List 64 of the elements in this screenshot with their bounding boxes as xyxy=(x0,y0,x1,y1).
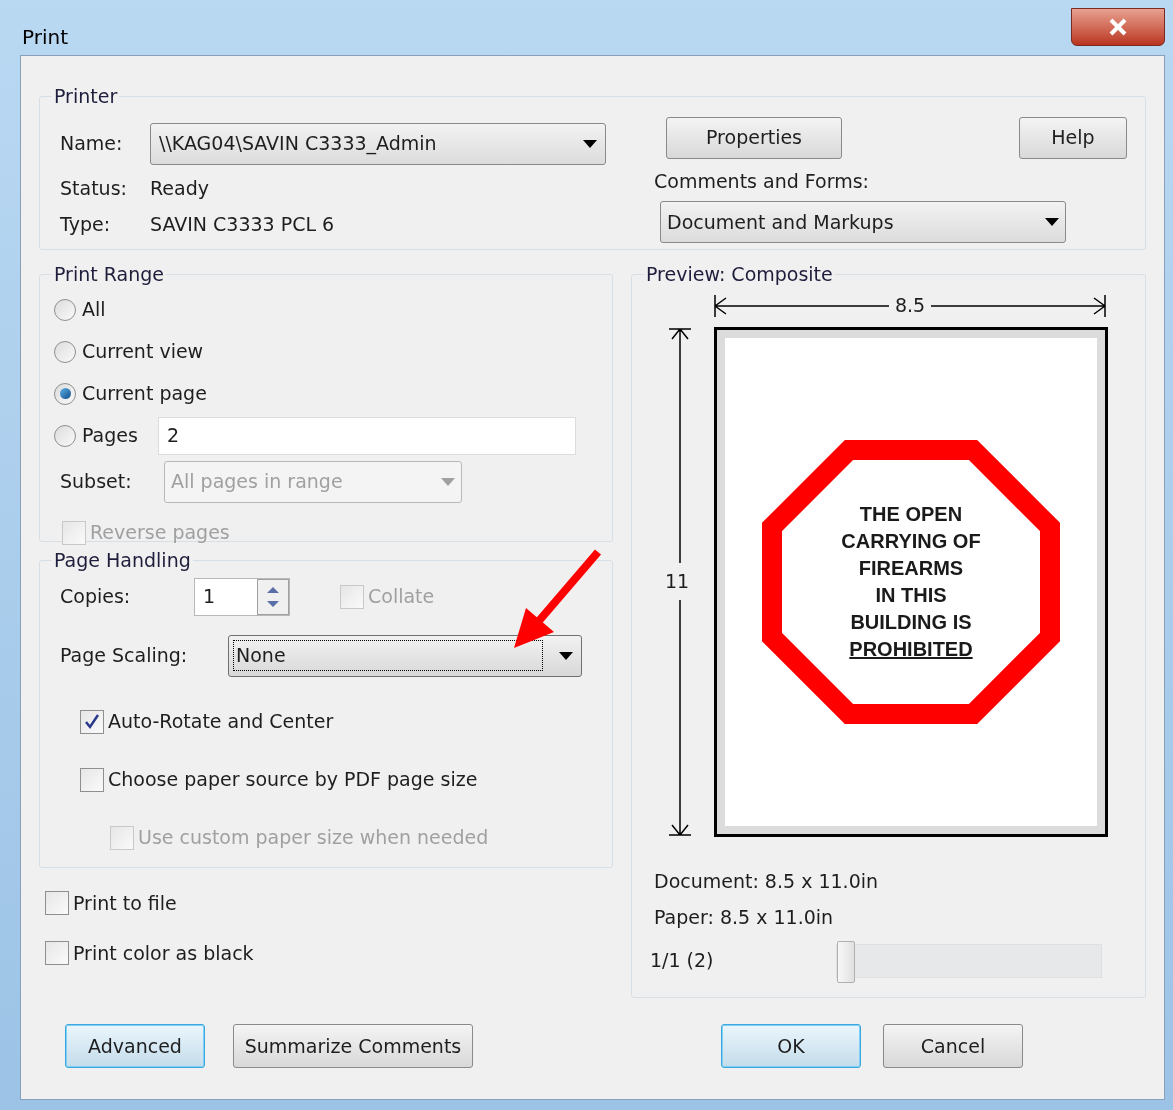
status-label: Status: xyxy=(59,176,128,202)
subset-label: Subset: xyxy=(59,469,133,495)
close-icon xyxy=(1108,18,1128,36)
copies-label: Copies: xyxy=(59,584,132,610)
sign-text-line: PROHIBITED xyxy=(849,636,973,662)
paper-size-text: Paper: 8.5 x 11.0in xyxy=(654,905,835,930)
octagon-sign-icon xyxy=(762,439,1060,724)
radio-label: Pages xyxy=(82,423,138,449)
page-slider-thumb[interactable] xyxy=(837,940,855,983)
checkbox[interactable] xyxy=(80,709,104,734)
checkbox-label: Choose paper source by PDF page size xyxy=(108,767,478,793)
radio-button[interactable] xyxy=(54,298,76,321)
checkbox[interactable] xyxy=(80,767,104,792)
dropdown-caret-icon xyxy=(441,477,455,486)
properties-button[interactable]: Properties xyxy=(666,116,842,159)
radio-label: Current page xyxy=(82,381,207,407)
spin-arrows-icon xyxy=(257,578,289,615)
dialog-button[interactable]: Summarize Comments xyxy=(233,1024,473,1068)
sign-text-line: BUILDING IS xyxy=(850,609,972,635)
name-label: Name: xyxy=(59,131,124,157)
printer-name-dropdown[interactable]: \\KAG04\SAVIN C3333_Admin xyxy=(150,122,606,165)
copies-spinner[interactable]: 1 xyxy=(194,577,290,616)
pages-input-field[interactable]: 2 xyxy=(157,416,576,455)
dropdown-caret-icon xyxy=(583,139,597,148)
status-value: Ready xyxy=(150,176,209,202)
type-label: Type: xyxy=(59,212,112,238)
page-scaling-dropdown[interactable]: None xyxy=(228,634,582,677)
checkbox[interactable] xyxy=(45,891,69,915)
group-title: Printer xyxy=(53,84,119,109)
comments-forms-label: Comments and Forms: xyxy=(654,168,870,194)
help-button[interactable]: Help xyxy=(1019,116,1127,159)
radio-button[interactable] xyxy=(54,340,76,363)
comments-forms-dropdown[interactable]: Document and Markups xyxy=(660,201,1066,243)
dialog-button[interactable]: Advanced xyxy=(65,1024,205,1068)
dialog-button[interactable]: OK xyxy=(721,1024,861,1068)
group-title: Preview: Composite xyxy=(645,262,834,287)
checkbox-label: Use custom paper size when needed xyxy=(138,825,489,851)
radio-button[interactable] xyxy=(54,424,76,447)
page-scaling-label: Page Scaling: xyxy=(59,643,189,669)
document-size-text: Document: 8.5 x 11.0in xyxy=(654,868,880,894)
page-counter: 1/1 (2) xyxy=(650,948,715,974)
sign-text-line: CARRYING OF xyxy=(841,528,981,554)
group-title: Page Handling xyxy=(53,548,192,573)
checkbox-label: Auto-Rotate and Center xyxy=(108,709,334,735)
dialog-button[interactable]: Cancel xyxy=(883,1024,1023,1068)
sign-text-line: THE OPEN xyxy=(859,501,963,527)
group-title: Print Range xyxy=(53,262,165,287)
dropdown-caret-icon xyxy=(559,651,573,660)
checkbox-label: Collate xyxy=(368,584,435,610)
radio-label: All xyxy=(82,297,106,323)
height-label: 11 xyxy=(664,563,690,600)
close-button[interactable] xyxy=(1071,8,1165,46)
sign-text-line: FIREARMS xyxy=(858,555,964,581)
radio-button[interactable] xyxy=(54,382,76,405)
type-value: SAVIN C3333 PCL 6 xyxy=(150,212,335,238)
radio-label: Current view xyxy=(82,339,204,365)
checkmark-icon xyxy=(84,713,100,730)
window-title: Print xyxy=(22,24,68,51)
checkbox-label: Print color as black xyxy=(73,940,254,966)
checkbox-label: Reverse pages xyxy=(90,520,230,546)
dropdown-caret-icon xyxy=(1045,218,1059,226)
sign-text-line: IN THIS xyxy=(875,582,947,608)
checkbox[interactable] xyxy=(45,941,69,965)
checkbox-label: Print to file xyxy=(73,890,177,916)
